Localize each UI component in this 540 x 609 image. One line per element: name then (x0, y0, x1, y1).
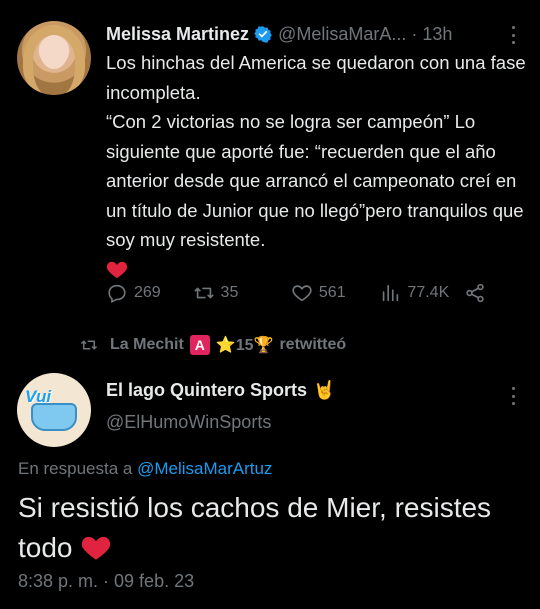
views-count: 77.4K (407, 284, 450, 301)
author-name[interactable]: El lago Quintero Sports (106, 380, 307, 401)
reply-prefix: En respuesta a (18, 459, 133, 478)
like-count: 561 (318, 284, 346, 301)
author-name[interactable]: Melissa Martinez (106, 24, 249, 45)
tweet-header: Melissa Martinez @MelisaMarA... · 13h (106, 22, 452, 46)
tweet-body: Si resistió los cachos de Mier, resistes… (18, 488, 518, 568)
verified-badge-icon (254, 26, 272, 43)
retweeter-name[interactable]: La Mechit (110, 336, 184, 354)
tweet-actions: 269 35 561 77.4K (106, 280, 486, 306)
reply-icon (108, 284, 126, 304)
tweet-header: El lago Quintero Sports 🤘 (106, 380, 335, 401)
tweet-text-line-1: Los hinchas del America se quedaron con … (106, 52, 526, 103)
like-heart-icon (292, 285, 312, 302)
face-mask-icon (31, 403, 77, 431)
like-button[interactable]: 561 (291, 282, 380, 304)
author-handle[interactable]: @ElHumoWinSports (106, 412, 271, 433)
share-button[interactable] (464, 282, 486, 304)
letter-a-badge: A (189, 335, 210, 355)
author-avatar[interactable] (17, 21, 91, 95)
reply-button[interactable]: 269 (106, 282, 193, 304)
red-heart-emoji-icon (82, 536, 111, 560)
tweet-body: Los hinchas del America se quedaron con … (106, 48, 526, 284)
tweet-text-line-2: “Con 2 victorias no se logra ser campeón… (106, 111, 524, 250)
author-avatar[interactable]: Vui (17, 373, 91, 447)
tweet-time[interactable]: 13h (422, 24, 452, 45)
reply-to-link[interactable]: @MelisaMarArtuz (137, 459, 272, 478)
retweeter-emojis: ⭐15🏆 (215, 337, 274, 354)
rock-hand-emoji: 🤘 (313, 380, 336, 400)
retweet-icon (194, 287, 214, 299)
share-icon (466, 283, 484, 303)
author-handle[interactable]: @MelisaMarA... (278, 24, 406, 45)
retweet-button[interactable]: 35 (193, 282, 291, 304)
red-heart-emoji-icon (106, 261, 128, 278)
reply-context: En respuesta a @MelisaMarArtuz (18, 459, 272, 479)
retweet-verb: retwitteó (279, 336, 347, 353)
retweet-icon (81, 340, 97, 350)
avatar-face (40, 35, 68, 69)
views-button[interactable]: 77.4K (379, 282, 464, 304)
views-chart-icon (383, 284, 399, 302)
more-options-icon[interactable] (512, 26, 518, 44)
separator-dot: · (406, 23, 423, 44)
tweet-timestamp[interactable]: 8:38 p. m. · 09 feb. 23 (18, 571, 194, 592)
retweet-context[interactable]: La Mechit A ⭐15🏆 retwitteó (80, 334, 346, 356)
reply-count: 269 (134, 284, 161, 301)
retweet-count: 35 (220, 284, 239, 301)
more-options-icon[interactable] (512, 387, 518, 405)
